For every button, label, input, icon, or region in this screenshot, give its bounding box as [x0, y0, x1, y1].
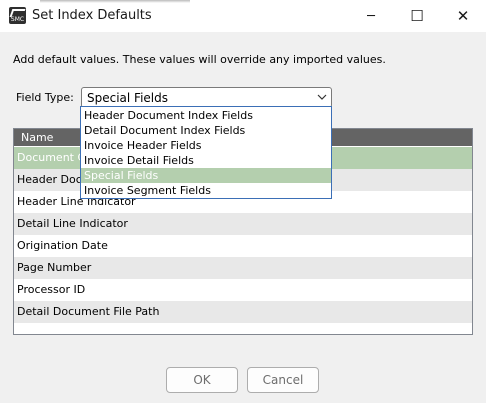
- table-row[interactable]: Detail Line Indicator: [14, 213, 472, 235]
- table-row[interactable]: Detail Document File Path: [14, 301, 472, 323]
- dropdown-option[interactable]: Invoice Detail Fields: [81, 153, 331, 168]
- dropdown-option-highlighted[interactable]: Special Fields: [81, 168, 331, 183]
- table-row[interactable]: Origination Date: [14, 235, 472, 257]
- app-icon: SMC: [9, 7, 26, 24]
- close-button[interactable]: ✕: [440, 0, 486, 32]
- dropdown-option[interactable]: Detail Document Index Fields: [81, 123, 331, 138]
- window-title: Set Index Defaults: [32, 8, 152, 23]
- ok-button[interactable]: OK: [166, 367, 238, 393]
- app-icon-text: SMC: [10, 16, 25, 23]
- title-bar: SMC Set Index Defaults ─ ☐ ✕: [0, 0, 486, 32]
- chevron-down-icon[interactable]: [316, 90, 328, 107]
- table-row[interactable]: Page Number: [14, 257, 472, 279]
- description-text: Add default values. These values will ov…: [13, 53, 386, 66]
- dropdown-option[interactable]: Invoice Header Fields: [81, 138, 331, 153]
- field-type-selected-value: Special Fields: [87, 91, 168, 105]
- maximize-button[interactable]: ☐: [394, 0, 440, 32]
- dropdown-option[interactable]: Header Document Index Fields: [81, 108, 331, 123]
- field-type-label: Field Type:: [16, 91, 74, 104]
- dropdown-option[interactable]: Invoice Segment Fields: [81, 183, 331, 198]
- minimize-button[interactable]: ─: [348, 0, 394, 32]
- background-window-edge: [40, 0, 190, 3]
- field-type-dropdown-list[interactable]: Header Document Index Fields Detail Docu…: [80, 106, 332, 199]
- cancel-button[interactable]: Cancel: [247, 367, 319, 393]
- field-type-select[interactable]: Special Fields: [81, 87, 332, 108]
- table-row[interactable]: Processor ID: [14, 279, 472, 301]
